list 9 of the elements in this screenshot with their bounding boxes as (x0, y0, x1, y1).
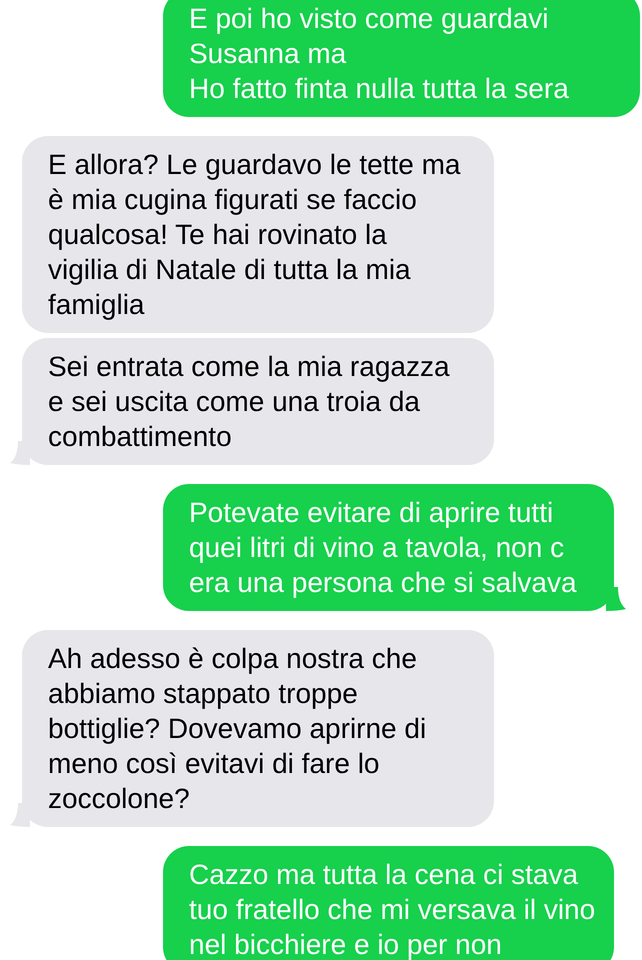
bubble-tail (10, 803, 30, 827)
bubble-tail (10, 441, 30, 465)
message-bubble: E poi ho visto come guardavi Susanna ma Ho fatto finta nulla tutta la sera (163, 0, 640, 117)
message-bubble: Potevate evitare di aprire tutti quei litri di vino a tavola, non c era una persona che si salvava (163, 484, 614, 611)
message-bubble: Sei entrata come la mia ragazza e sei uscita come una troia da combattimento (22, 338, 494, 465)
message-bubble: Ah adesso è colpa nostra che abbiamo stappato troppe bottiglie? Dovevamo aprirne di meno così evitavi di fare lo zoccolone? (22, 630, 494, 827)
message-bubble: E allora? Le guardavo le tette ma è mia cugina figurati se faccio qualcosa! Te hai rovinato la vigilia di Natale di tutta la mia famiglia (22, 136, 494, 333)
bubble-tail (606, 587, 626, 611)
message-bubble: Cazzo ma tutta la cena ci stava tuo fratello che mi versava il vino nel bicchiere e io per non (163, 846, 614, 960)
